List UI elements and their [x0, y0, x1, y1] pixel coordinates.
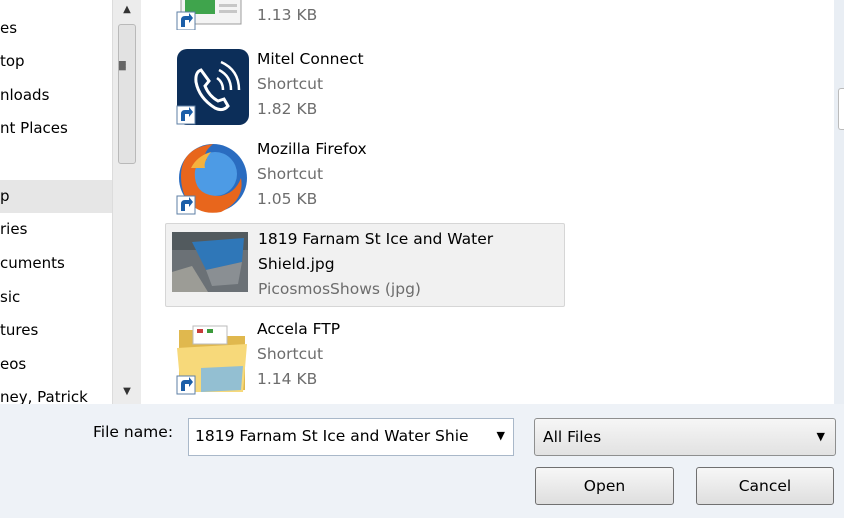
nav-item-label: es: [0, 19, 18, 37]
file-type: Shortcut: [257, 345, 324, 363]
nav-item-label: sic: [0, 288, 21, 306]
folder-icon: [171, 318, 251, 396]
file-size: 1.14 KB: [257, 370, 318, 388]
file-item[interactable]: Mozilla Firefox Shortcut 1.05 KB: [165, 134, 565, 218]
file-name-label: File name:: [93, 423, 174, 441]
file-name: Mozilla Firefox: [257, 140, 367, 158]
shortcut-file-icon: [171, 0, 251, 31]
navigation-scrollbar[interactable]: ▲ ▬ ▬ ▬ ▼: [112, 0, 141, 404]
nav-item-desktop-root[interactable]: p: [0, 180, 112, 213]
file-size: 1.05 KB: [257, 190, 318, 208]
nav-item-downloads[interactable]: nloads: [0, 79, 112, 112]
open-button[interactable]: Open: [535, 467, 674, 505]
nav-item-user-folder[interactable]: ney, Patrick: [0, 381, 112, 404]
nav-item-label: ney, Patrick: [0, 388, 88, 404]
nav-item-label: p: [0, 187, 10, 205]
file-item[interactable]: 1.13 KB: [165, 0, 565, 32]
file-type: Shortcut: [257, 165, 324, 183]
file-name-combobox[interactable]: 1819 Farnam St Ice and Water Shie ▼: [188, 418, 514, 456]
firefox-icon: [171, 138, 251, 216]
nav-item-music[interactable]: sic: [0, 281, 112, 314]
nav-item-recent-places[interactable]: nt Places: [0, 112, 112, 145]
file-item[interactable]: Accela FTP Shortcut 1.14 KB: [165, 314, 565, 398]
scroll-up-arrow-icon[interactable]: ▲: [113, 0, 141, 20]
chevron-down-icon[interactable]: ▼: [817, 430, 825, 443]
scroll-down-arrow-icon[interactable]: ▼: [113, 382, 141, 402]
file-list[interactable]: 1.13 KB Mitel Connect Shortcut 1.82 KB M…: [141, 0, 834, 404]
file-type-value: All Files: [543, 428, 602, 446]
file-name-field[interactable]: 1819 Farnam St Ice and Water Shie: [195, 427, 485, 445]
image-thumbnail-icon: [172, 232, 252, 292]
nav-item-desktop[interactable]: top: [0, 45, 112, 78]
file-list-scrollbar-thumb[interactable]: [838, 88, 844, 130]
nav-item-videos[interactable]: eos: [0, 348, 112, 381]
file-name: 1819 Farnam St Ice and Water Shield.jpg: [258, 230, 494, 273]
nav-item-label: nt Places: [0, 119, 68, 137]
nav-item-favorites[interactable]: es: [0, 12, 112, 45]
chevron-down-icon[interactable]: ▼: [497, 429, 505, 442]
nav-item-label: cuments: [0, 254, 65, 272]
nav-item-documents[interactable]: cuments: [0, 247, 112, 280]
nav-item-label: ries: [0, 220, 28, 238]
navigation-pane[interactable]: es top nloads nt Places p ries cuments s…: [0, 0, 112, 404]
file-type: PicosmosShows (jpg): [258, 280, 421, 298]
file-type: Shortcut: [257, 75, 324, 93]
mitel-connect-icon: [171, 48, 251, 126]
scrollbar-thumb[interactable]: [118, 24, 136, 164]
file-item[interactable]: Mitel Connect Shortcut 1.82 KB: [165, 44, 565, 128]
file-size: 1.82 KB: [257, 100, 318, 118]
file-type-select[interactable]: All Files ▼: [534, 418, 836, 456]
nav-item-label: nloads: [0, 86, 50, 104]
nav-item-label: tures: [0, 321, 39, 339]
cancel-button[interactable]: Cancel: [696, 467, 834, 505]
nav-item-libraries[interactable]: ries: [0, 213, 112, 246]
nav-item-label: eos: [0, 355, 27, 373]
file-name: Accela FTP: [257, 320, 341, 338]
file-name: Mitel Connect: [257, 50, 364, 68]
nav-item-label: top: [0, 52, 25, 70]
nav-item-pictures[interactable]: tures: [0, 314, 112, 347]
file-item-selected[interactable]: 1819 Farnam St Ice and Water Shield.jpg …: [165, 223, 565, 307]
file-size: 1.13 KB: [257, 6, 318, 24]
right-window-edge: [834, 0, 844, 404]
grip-icon: ▬ ▬ ▬: [118, 58, 127, 74]
